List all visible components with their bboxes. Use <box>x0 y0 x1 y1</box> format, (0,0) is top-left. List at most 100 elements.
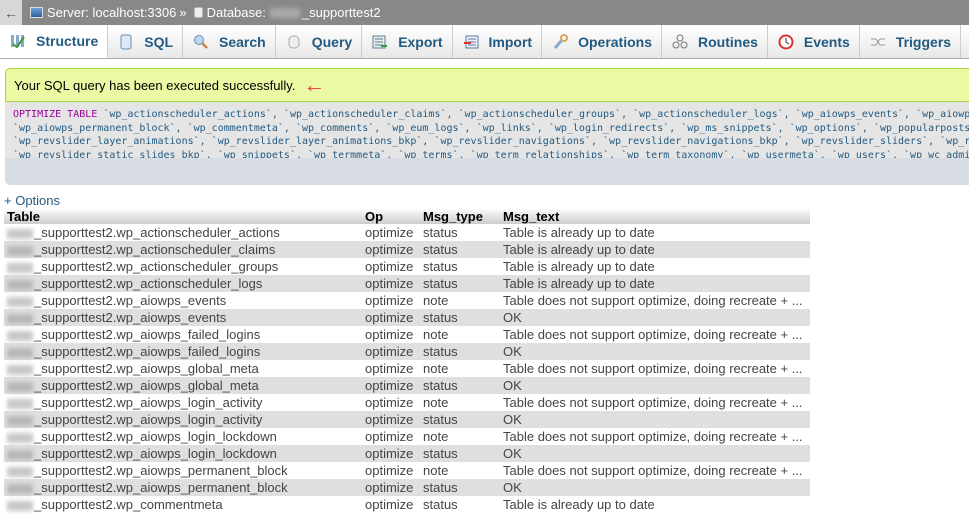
tab-label: Import <box>488 33 533 50</box>
success-message: Your SQL query has been executed success… <box>5 68 969 102</box>
cell-table-name: _supporttest2.wp_commentmeta <box>4 496 362 513</box>
redacted-db-prefix <box>7 313 33 324</box>
cell-table-name-text: _supporttest2.wp_aiowps_failed_logins <box>34 327 261 342</box>
cell-msg-type-text: note <box>423 463 449 478</box>
cell-msg-type: status <box>420 479 500 496</box>
database-name[interactable]: _supporttest2 <box>302 5 381 20</box>
tab-search[interactable]: Search <box>183 25 276 58</box>
cell-table-name-text: _supporttest2.wp_actionscheduler_groups <box>34 259 279 274</box>
breadcrumb-database[interactable]: Database: _supporttest2 <box>190 5 381 20</box>
triggers-icon <box>870 34 886 50</box>
tab-import[interactable]: Import <box>453 25 543 58</box>
cell-msg-type-text: status <box>423 378 458 393</box>
cell-msg-text: OK <box>500 309 810 326</box>
cell-msg-text-text: OK <box>503 446 522 461</box>
database-label[interactable]: Database: <box>207 5 266 20</box>
database-icon <box>193 7 203 18</box>
tab-operations[interactable]: Operations <box>542 25 662 58</box>
cell-msg-type: status <box>420 309 500 326</box>
cell-msg-text-text: OK <box>503 344 522 359</box>
cell-msg-text: Table does not support optimize, doing r… <box>500 462 810 479</box>
server-label[interactable]: Server: localhost:3306 <box>47 5 176 20</box>
cell-msg-text-text: Table is already up to date <box>503 276 655 291</box>
cell-msg-type-text: status <box>423 497 458 512</box>
magnifier-icon <box>193 34 209 50</box>
cell-msg-type-text: status <box>423 225 458 240</box>
column-header-op[interactable]: Op <box>362 208 420 224</box>
table-row: _supporttest2.wp_actionscheduler_claims o… <box>4 241 810 258</box>
tab-structure[interactable]: Structure <box>0 25 109 58</box>
cell-msg-type-text: status <box>423 276 458 291</box>
cell-table-name-text: _supporttest2.wp_actionscheduler_actions <box>34 225 280 240</box>
server-breadcrumb-bar: ← Server: localhost:3306 » Database: _su… <box>0 0 969 25</box>
cell-msg-text-text: Table does not support optimize, doing r… <box>503 293 803 308</box>
cell-msg-type-text: status <box>423 242 458 257</box>
sql-line: `wp_revslider_static_slides_bkp`, `wp_sn… <box>13 149 969 159</box>
tab-triggers[interactable]: Triggers <box>860 25 962 58</box>
cell-table-name: _supporttest2.wp_aiowps_failed_logins <box>4 343 362 360</box>
cell-msg-text: Table does not support optimize, doing r… <box>500 360 810 377</box>
sql-line: `wp_aiowps_permanent_block`, `wp_comment… <box>13 122 969 134</box>
cell-msg-text-text: Table is already up to date <box>503 259 655 274</box>
redacted-db-prefix <box>7 330 33 341</box>
cell-op-text: optimize <box>365 446 414 461</box>
cell-msg-text: Table does not support optimize, doing r… <box>500 394 810 411</box>
column-header-table[interactable]: Table <box>4 208 362 224</box>
options-toggle-link[interactable]: + Options <box>4 194 969 208</box>
cell-msg-text: OK <box>500 377 810 394</box>
cell-msg-type: status <box>420 224 500 241</box>
breadcrumb-separator: » <box>179 5 187 20</box>
breadcrumb-server[interactable]: Server: localhost:3306 <box>30 5 176 20</box>
cell-op-text: optimize <box>365 344 414 359</box>
cell-msg-type: note <box>420 394 500 411</box>
cell-op: optimize <box>362 479 420 496</box>
tab-query[interactable]: Query <box>276 25 363 58</box>
cell-op: optimize <box>362 343 420 360</box>
cell-table-name: _supporttest2.wp_aiowps_failed_logins <box>4 326 362 343</box>
redacted-db-prefix <box>7 347 33 358</box>
sql-line: `wp_actionscheduler_actions`, `wp_action… <box>97 109 969 120</box>
table-row: _supporttest2.wp_aiowps_failed_logins opt… <box>4 343 810 360</box>
table-row: _supporttest2.wp_aiowps_login_activity op… <box>4 411 810 428</box>
redacted-db-prefix <box>7 262 33 273</box>
cell-msg-text: Table is already up to date <box>500 258 810 275</box>
cell-msg-type-text: note <box>423 395 449 410</box>
cell-msg-type-text: note <box>423 327 449 342</box>
cell-msg-text-text: Table does not support optimize, doing r… <box>503 361 803 376</box>
tab-more[interactable] <box>961 25 969 58</box>
sql-query-footer <box>5 158 969 185</box>
cell-op: optimize <box>362 326 420 343</box>
cell-msg-type: status <box>420 258 500 275</box>
cell-table-name: _supporttest2.wp_aiowps_login_activity <box>4 411 362 428</box>
tab-sql[interactable]: SQL <box>108 25 184 58</box>
cell-table-name-text: _supporttest2.wp_commentmeta <box>34 497 223 512</box>
cell-op-text: optimize <box>365 293 414 308</box>
cell-msg-text: OK <box>500 445 810 462</box>
cell-msg-type: status <box>420 445 500 462</box>
cell-op: optimize <box>362 292 420 309</box>
cell-op: optimize <box>362 445 420 462</box>
cell-table-name-text: _supporttest2.wp_aiowps_login_lockdown <box>34 446 277 461</box>
tab-routines[interactable]: Routines <box>662 25 768 58</box>
redacted-db-prefix <box>7 279 33 290</box>
routines-gears-icon <box>672 34 688 50</box>
results-table: Table Op Msg_type Msg_text _supporttest2… <box>4 208 810 513</box>
cell-msg-text-text: OK <box>503 480 522 495</box>
column-header-msg-text[interactable]: Msg_text <box>500 208 810 224</box>
tab-events[interactable]: Events <box>768 25 860 58</box>
cell-msg-type: status <box>420 343 500 360</box>
cell-msg-text-text: Table is already up to date <box>503 497 655 512</box>
sql-scroll-icon <box>118 34 134 50</box>
cell-table-name: _supporttest2.wp_actionscheduler_claims <box>4 241 362 258</box>
cell-table-name-text: _supporttest2.wp_aiowps_global_meta <box>34 361 259 376</box>
redacted-db-prefix <box>269 7 300 18</box>
cell-table-name: _supporttest2.wp_aiowps_global_meta <box>4 360 362 377</box>
table-row: _supporttest2.wp_aiowps_global_meta optim… <box>4 377 810 394</box>
back-arrow-icon[interactable]: ← <box>0 0 22 25</box>
cell-msg-type: status <box>420 496 500 513</box>
cell-table-name-text: _supporttest2.wp_aiowps_global_meta <box>34 378 259 393</box>
sql-line: `wp_revslider_layer_animations`, `wp_rev… <box>13 136 969 147</box>
tab-export[interactable]: Export <box>362 25 453 58</box>
column-header-msg-type[interactable]: Msg_type <box>420 208 500 224</box>
cell-table-name: _supporttest2.wp_actionscheduler_logs <box>4 275 362 292</box>
